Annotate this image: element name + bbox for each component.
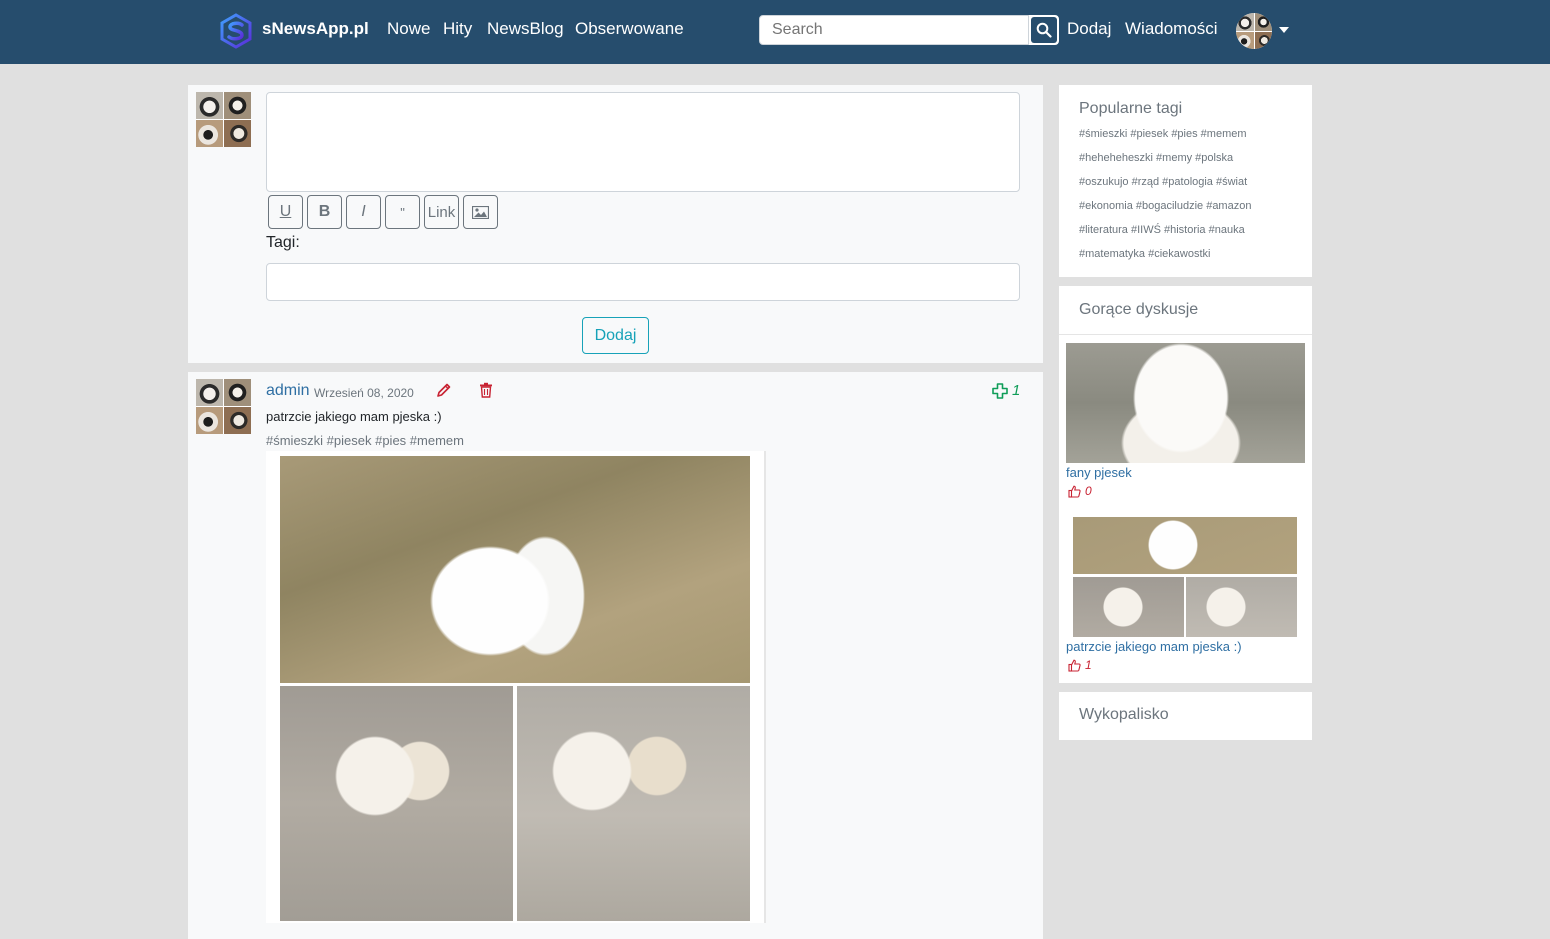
search-button[interactable] — [1029, 15, 1059, 45]
nav-messages-link[interactable]: Wiadomości — [1125, 19, 1218, 39]
nav-link-obserwowane[interactable]: Obserwowane — [575, 19, 684, 39]
thumbs-up-icon — [1068, 659, 1081, 672]
hot-discussions-card: Gorące dyskusje fany pjesek 0 patrzcie j… — [1059, 286, 1312, 683]
pencil-icon[interactable] — [436, 382, 452, 403]
hot-item-image[interactable] — [1066, 343, 1305, 463]
image-icon — [472, 205, 489, 219]
nav-link-hity[interactable]: Hity — [443, 19, 472, 39]
hot-item-likes-count: 1 — [1085, 658, 1092, 672]
search-icon — [1036, 22, 1052, 38]
tag-line[interactable]: #ekonomia #bogaciludzie #amazon — [1079, 200, 1251, 212]
hot-discussions-title: Gorące dyskusje — [1079, 301, 1199, 318]
italic-button[interactable]: I — [346, 195, 381, 229]
post-composer: U B I " Link Tagi: Dodaj — [188, 85, 1043, 363]
post-author[interactable]: admin — [266, 382, 310, 400]
popular-tags-title: Popularne tagi — [1079, 100, 1183, 117]
thumbs-up-icon — [1068, 485, 1081, 498]
divider — [1059, 334, 1312, 335]
archive-title[interactable]: Wykopalisko — [1079, 706, 1169, 724]
top-navbar: sNewsApp.pl Nowe Hity NewsBlog Obserwowa… — [0, 0, 1550, 64]
tags-label: Tagi: — [266, 234, 300, 251]
post-card: admin Wrzesień 08, 2020 1 patrzcie jakie… — [188, 372, 1043, 939]
post-score[interactable]: 1 — [992, 382, 1020, 399]
brand-name[interactable]: sNewsApp.pl — [262, 19, 369, 39]
caret-down-icon[interactable] — [1279, 27, 1289, 33]
s-logo-icon[interactable] — [219, 13, 253, 49]
post-tags[interactable]: #śmieszki #piesek #pies #memem — [266, 433, 464, 448]
search-input[interactable] — [759, 15, 1029, 45]
composer-avatar — [196, 92, 251, 147]
quote-button[interactable]: " — [385, 195, 420, 229]
archive-card[interactable]: Wykopalisko — [1059, 692, 1312, 740]
hot-item-image[interactable] — [1073, 517, 1297, 637]
post-date: Wrzesień 08, 2020 — [314, 386, 414, 400]
nav-link-newsblog[interactable]: NewsBlog — [487, 19, 564, 39]
hot-item-title[interactable]: fany pjesek — [1066, 465, 1132, 480]
insert-image-button[interactable] — [463, 195, 498, 229]
tags-input[interactable] — [266, 263, 1020, 301]
hot-item-likes: 0 — [1068, 484, 1092, 498]
popular-tags-card: Popularne tagi #śmieszki #piesek #pies #… — [1059, 85, 1312, 277]
hot-item-title[interactable]: patrzcie jakiego mam pjeska :) — [1066, 639, 1242, 654]
submit-post-button[interactable]: Dodaj — [582, 317, 649, 354]
trash-icon[interactable] — [479, 382, 493, 403]
post-content-textarea[interactable] — [266, 92, 1020, 192]
tag-line[interactable]: #matematyka #ciekawostki — [1079, 248, 1210, 260]
hot-item-likes-count: 0 — [1085, 484, 1092, 498]
underline-button[interactable]: U — [268, 195, 303, 229]
nav-link-nowe[interactable]: Nowe — [387, 19, 430, 39]
hot-item-likes: 1 — [1068, 658, 1092, 672]
post-image-bottom-left-photo — [280, 686, 513, 921]
tag-line[interactable]: #śmieszki #piesek #pies #memem — [1079, 128, 1247, 140]
tag-line[interactable]: #heheheheszki #memy #polska — [1079, 152, 1233, 164]
post-text: patrzcie jakiego mam pjeska :) — [266, 409, 442, 424]
post-score-value: 1 — [1012, 382, 1021, 399]
tag-line[interactable]: #literatura #IIWŚ #historia #nauka — [1079, 224, 1245, 236]
post-image-top-photo — [280, 456, 750, 683]
plus-icon — [992, 382, 1008, 399]
post-image-bottom-right-photo — [517, 686, 750, 921]
post-author-avatar[interactable] — [196, 379, 251, 434]
user-avatar[interactable] — [1236, 13, 1272, 49]
link-button[interactable]: Link — [424, 195, 459, 229]
bold-button[interactable]: B — [307, 195, 342, 229]
tag-line[interactable]: #oszukujo #rząd #patologia #świat — [1079, 176, 1247, 188]
post-image[interactable] — [266, 451, 766, 923]
nav-add-link[interactable]: Dodaj — [1067, 19, 1111, 39]
